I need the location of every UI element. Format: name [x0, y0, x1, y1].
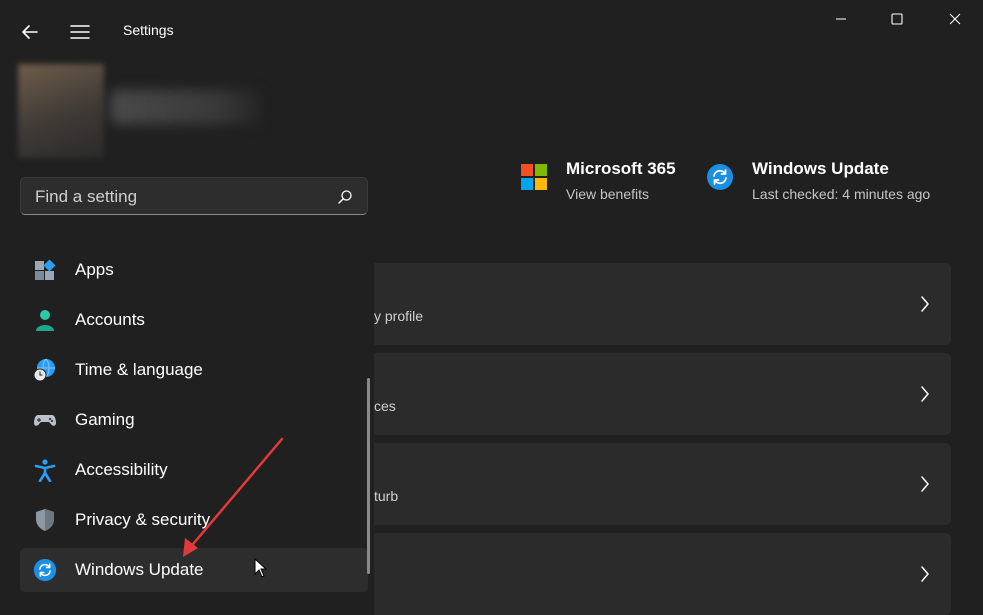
windows-update-icon — [33, 558, 57, 582]
gaming-icon — [34, 415, 56, 426]
card-subtitle: y profile — [374, 308, 424, 324]
sidebar-nav: Apps Accounts Time & language Gaming Acc… — [0, 246, 374, 604]
window-title: Settings — [123, 22, 174, 38]
sidebar-scrollbar[interactable] — [367, 378, 370, 574]
maximize-button[interactable] — [868, 0, 926, 38]
maximize-icon — [891, 13, 903, 25]
avatar[interactable] — [18, 64, 104, 158]
quick-link-title: Windows Update — [752, 159, 889, 178]
hamburger-icon — [70, 25, 90, 39]
minimize-icon — [836, 18, 846, 20]
back-arrow-icon — [22, 25, 38, 39]
navigation-menu-button[interactable] — [64, 18, 96, 46]
close-icon — [949, 13, 960, 25]
sidebar-item-label: Accessibility — [75, 460, 168, 479]
settings-card[interactable] — [374, 533, 951, 615]
account-name-blurred — [110, 90, 260, 124]
settings-card[interactable]: y profile — [374, 263, 951, 345]
chevron-right-icon — [921, 476, 929, 492]
sidebar-item-label: Gaming — [75, 410, 135, 429]
search-input[interactable] — [33, 184, 327, 210]
sidebar-item-gaming[interactable]: Gaming — [20, 398, 368, 442]
sidebar-item-label: Accounts — [75, 310, 145, 329]
search-icon[interactable] — [337, 189, 353, 205]
quick-link-microsoft-365[interactable]: Microsoft 365 View benefits — [520, 155, 690, 205]
card-subtitle: ces — [374, 398, 396, 414]
sidebar-item-accounts[interactable]: Accounts — [20, 298, 368, 342]
apps-icon — [35, 259, 56, 280]
chevron-right-icon — [921, 566, 929, 582]
settings-card[interactable]: turb — [374, 443, 951, 525]
microsoft-logo-icon — [521, 164, 547, 190]
quick-link-subtitle: View benefits — [566, 186, 650, 202]
search-box[interactable] — [20, 177, 368, 215]
minimize-button[interactable] — [812, 0, 870, 38]
sidebar-item-label: Windows Update — [75, 560, 204, 579]
chevron-right-icon — [921, 296, 929, 312]
privacy-shield-icon — [36, 509, 54, 531]
time-language-icon — [33, 358, 55, 382]
chevron-right-icon — [921, 386, 929, 402]
sidebar-item-accessibility[interactable]: Accessibility — [20, 448, 368, 492]
card-subtitle: turb — [374, 488, 399, 504]
sidebar-item-label: Privacy & security — [75, 510, 211, 529]
windows-update-icon — [707, 164, 733, 190]
sidebar-item-privacy-security[interactable]: Privacy & security — [20, 498, 368, 542]
quick-link-windows-update[interactable]: Windows Update Last checked: 4 minutes a… — [706, 155, 956, 205]
sidebar-item-label: Time & language — [75, 360, 203, 379]
title-bar: Settings — [0, 0, 983, 60]
sidebar-item-apps[interactable]: Apps — [20, 248, 368, 292]
back-button[interactable] — [14, 18, 46, 46]
mouse-cursor-icon — [254, 558, 268, 578]
sidebar-item-time-language[interactable]: Time & language — [20, 348, 368, 392]
accounts-icon — [36, 310, 54, 331]
quick-link-subtitle: Last checked: 4 minutes ago — [752, 186, 931, 202]
sidebar-item-label: Apps — [75, 260, 114, 279]
quick-link-title: Microsoft 365 — [566, 159, 676, 178]
close-button[interactable] — [926, 0, 983, 38]
sidebar-item-windows-update[interactable]: Windows Update — [20, 548, 368, 592]
accessibility-icon — [34, 459, 56, 482]
settings-card[interactable]: ces — [374, 353, 951, 435]
